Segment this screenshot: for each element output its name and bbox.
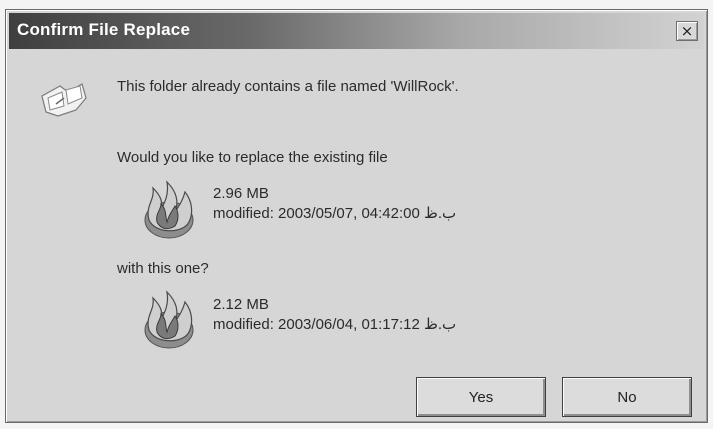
message-text: This folder already contains a file name… [117,78,459,95]
dialog-title: Confirm File Replace [17,20,191,39]
new-file-modified: modified: 2003/06/04, 01:17:12 ب.ظ [213,316,457,333]
yes-button[interactable]: Yes [416,377,546,417]
file-replace-icon [41,83,87,117]
existing-file-size: 2.96 MB [213,185,269,202]
existing-file-info: 2.96 MB modified: 2003/05/07, 04:42:00 ب… [213,184,456,224]
existing-file-modified: modified: 2003/05/07, 04:42:00 ب.ظ [213,205,457,222]
close-icon: × [680,21,694,40]
with-this-one-text: with this one? [117,260,209,277]
no-button[interactable]: No [562,377,692,417]
flame-file-icon [144,290,194,349]
title-bar[interactable]: Confirm File Replace × [9,13,704,49]
new-file-size: 2.12 MB [213,296,269,313]
confirm-file-replace-dialog: Confirm File Replace × This folder alrea… [5,9,708,423]
flame-file-icon [144,180,194,239]
question-text: Would you like to replace the existing f… [117,149,388,166]
close-button[interactable]: × [676,21,698,41]
new-file-info: 2.12 MB modified: 2003/06/04, 01:17:12 ب… [213,295,456,335]
